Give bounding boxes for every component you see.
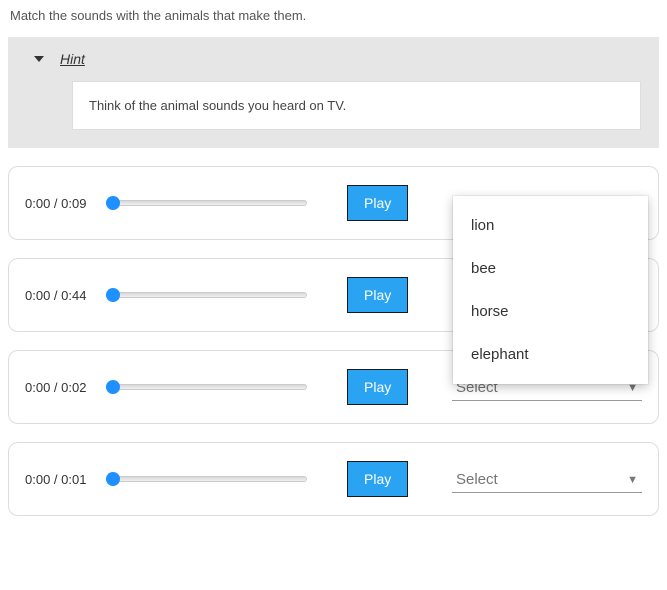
play-button[interactable]: Play <box>347 461 408 497</box>
audio-seek[interactable] <box>107 200 307 206</box>
chevron-down-icon <box>34 56 44 62</box>
audio-thumb[interactable] <box>106 288 120 302</box>
audio-seek[interactable] <box>107 292 307 298</box>
audio-time: 0:00 / 0:44 <box>25 288 97 303</box>
play-button[interactable]: Play <box>347 185 408 221</box>
play-button[interactable]: Play <box>347 369 408 405</box>
audio-player: 0:00 / 0:44 <box>25 288 307 303</box>
dropdown-option-bee[interactable]: bee <box>453 247 648 290</box>
audio-seek[interactable] <box>107 384 307 390</box>
audio-player: 0:00 / 0:09 <box>25 196 307 211</box>
audio-player: 0:00 / 0:02 <box>25 380 307 395</box>
dropdown-option-lion[interactable]: lion <box>453 204 648 247</box>
dropdown-option-elephant[interactable]: elephant <box>453 333 648 376</box>
chevron-down-icon: ▼ <box>627 474 638 486</box>
hint-label: Hint <box>60 51 85 67</box>
audio-time: 0:00 / 0:09 <box>25 196 97 211</box>
select-value: Select <box>456 471 498 488</box>
dropdown-option-horse[interactable]: horse <box>453 290 648 333</box>
answer-dropdown: lion bee horse elephant <box>453 196 648 384</box>
audio-thumb[interactable] <box>106 196 120 210</box>
audio-time: 0:00 / 0:01 <box>25 472 97 487</box>
play-button[interactable]: Play <box>347 277 408 313</box>
audio-time: 0:00 / 0:02 <box>25 380 97 395</box>
audio-player: 0:00 / 0:01 <box>25 472 307 487</box>
hint-box: Hint Think of the animal sounds you hear… <box>8 37 659 148</box>
sound-row: 0:00 / 0:01 Play Select ▼ <box>8 442 659 516</box>
audio-thumb[interactable] <box>106 472 120 486</box>
audio-seek[interactable] <box>107 476 307 482</box>
hint-toggle[interactable]: Hint <box>26 51 641 67</box>
instruction-text: Match the sounds with the animals that m… <box>8 8 659 23</box>
audio-thumb[interactable] <box>106 380 120 394</box>
hint-content: Think of the animal sounds you heard on … <box>72 81 641 130</box>
answer-select[interactable]: Select ▼ <box>452 465 642 493</box>
